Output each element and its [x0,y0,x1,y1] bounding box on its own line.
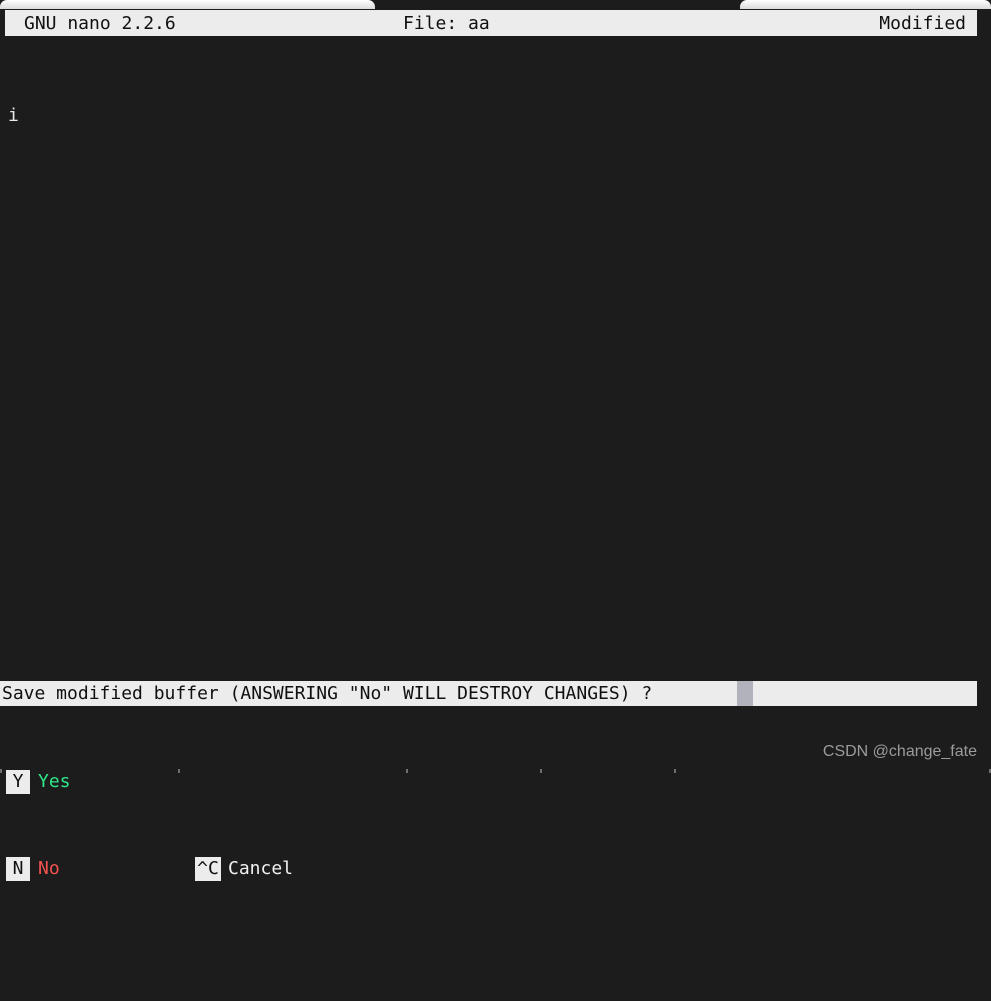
nano-filename-label: File: aa [403,12,490,34]
answer-row-yes[interactable]: Y Yes [0,770,991,794]
shortcut-tick [674,769,676,773]
shortcut-tick [540,769,542,773]
nano-terminal-window: GNU nano 2.2.6 File: aa Modified i Save … [0,0,991,881]
save-prompt-question: Save modified buffer (ANSWERING "No" WIL… [2,683,664,704]
answer-key-yes[interactable]: Y [6,770,30,794]
shortcut-tick [0,769,2,773]
answer-key-no[interactable]: N [6,857,30,881]
csdn-watermark: CSDN @change_fate [822,743,977,760]
editor-text-area[interactable]: i [0,36,991,681]
save-prompt-bar[interactable]: Save modified buffer (ANSWERING "No" WIL… [0,681,977,706]
prompt-cursor [737,681,753,706]
answer-key-cancel[interactable]: ^C [195,857,221,881]
nano-modified-badge: Modified [879,12,966,34]
nano-title-bar: GNU nano 2.2.6 File: aa Modified [5,10,977,36]
answer-row-no-and-cancel[interactable]: N No ^C Cancel [0,857,991,881]
nano-version-label: GNU nano 2.2.6 [24,12,176,34]
answer-label-cancel[interactable]: Cancel [228,857,293,881]
shortcut-tick [406,769,408,773]
editor-line: i [8,105,19,126]
shortcut-tick [178,769,180,773]
answer-label-yes[interactable]: Yes [38,770,71,794]
shortcut-bar-top-edge [0,769,991,773]
answer-label-no[interactable]: No [38,857,60,881]
